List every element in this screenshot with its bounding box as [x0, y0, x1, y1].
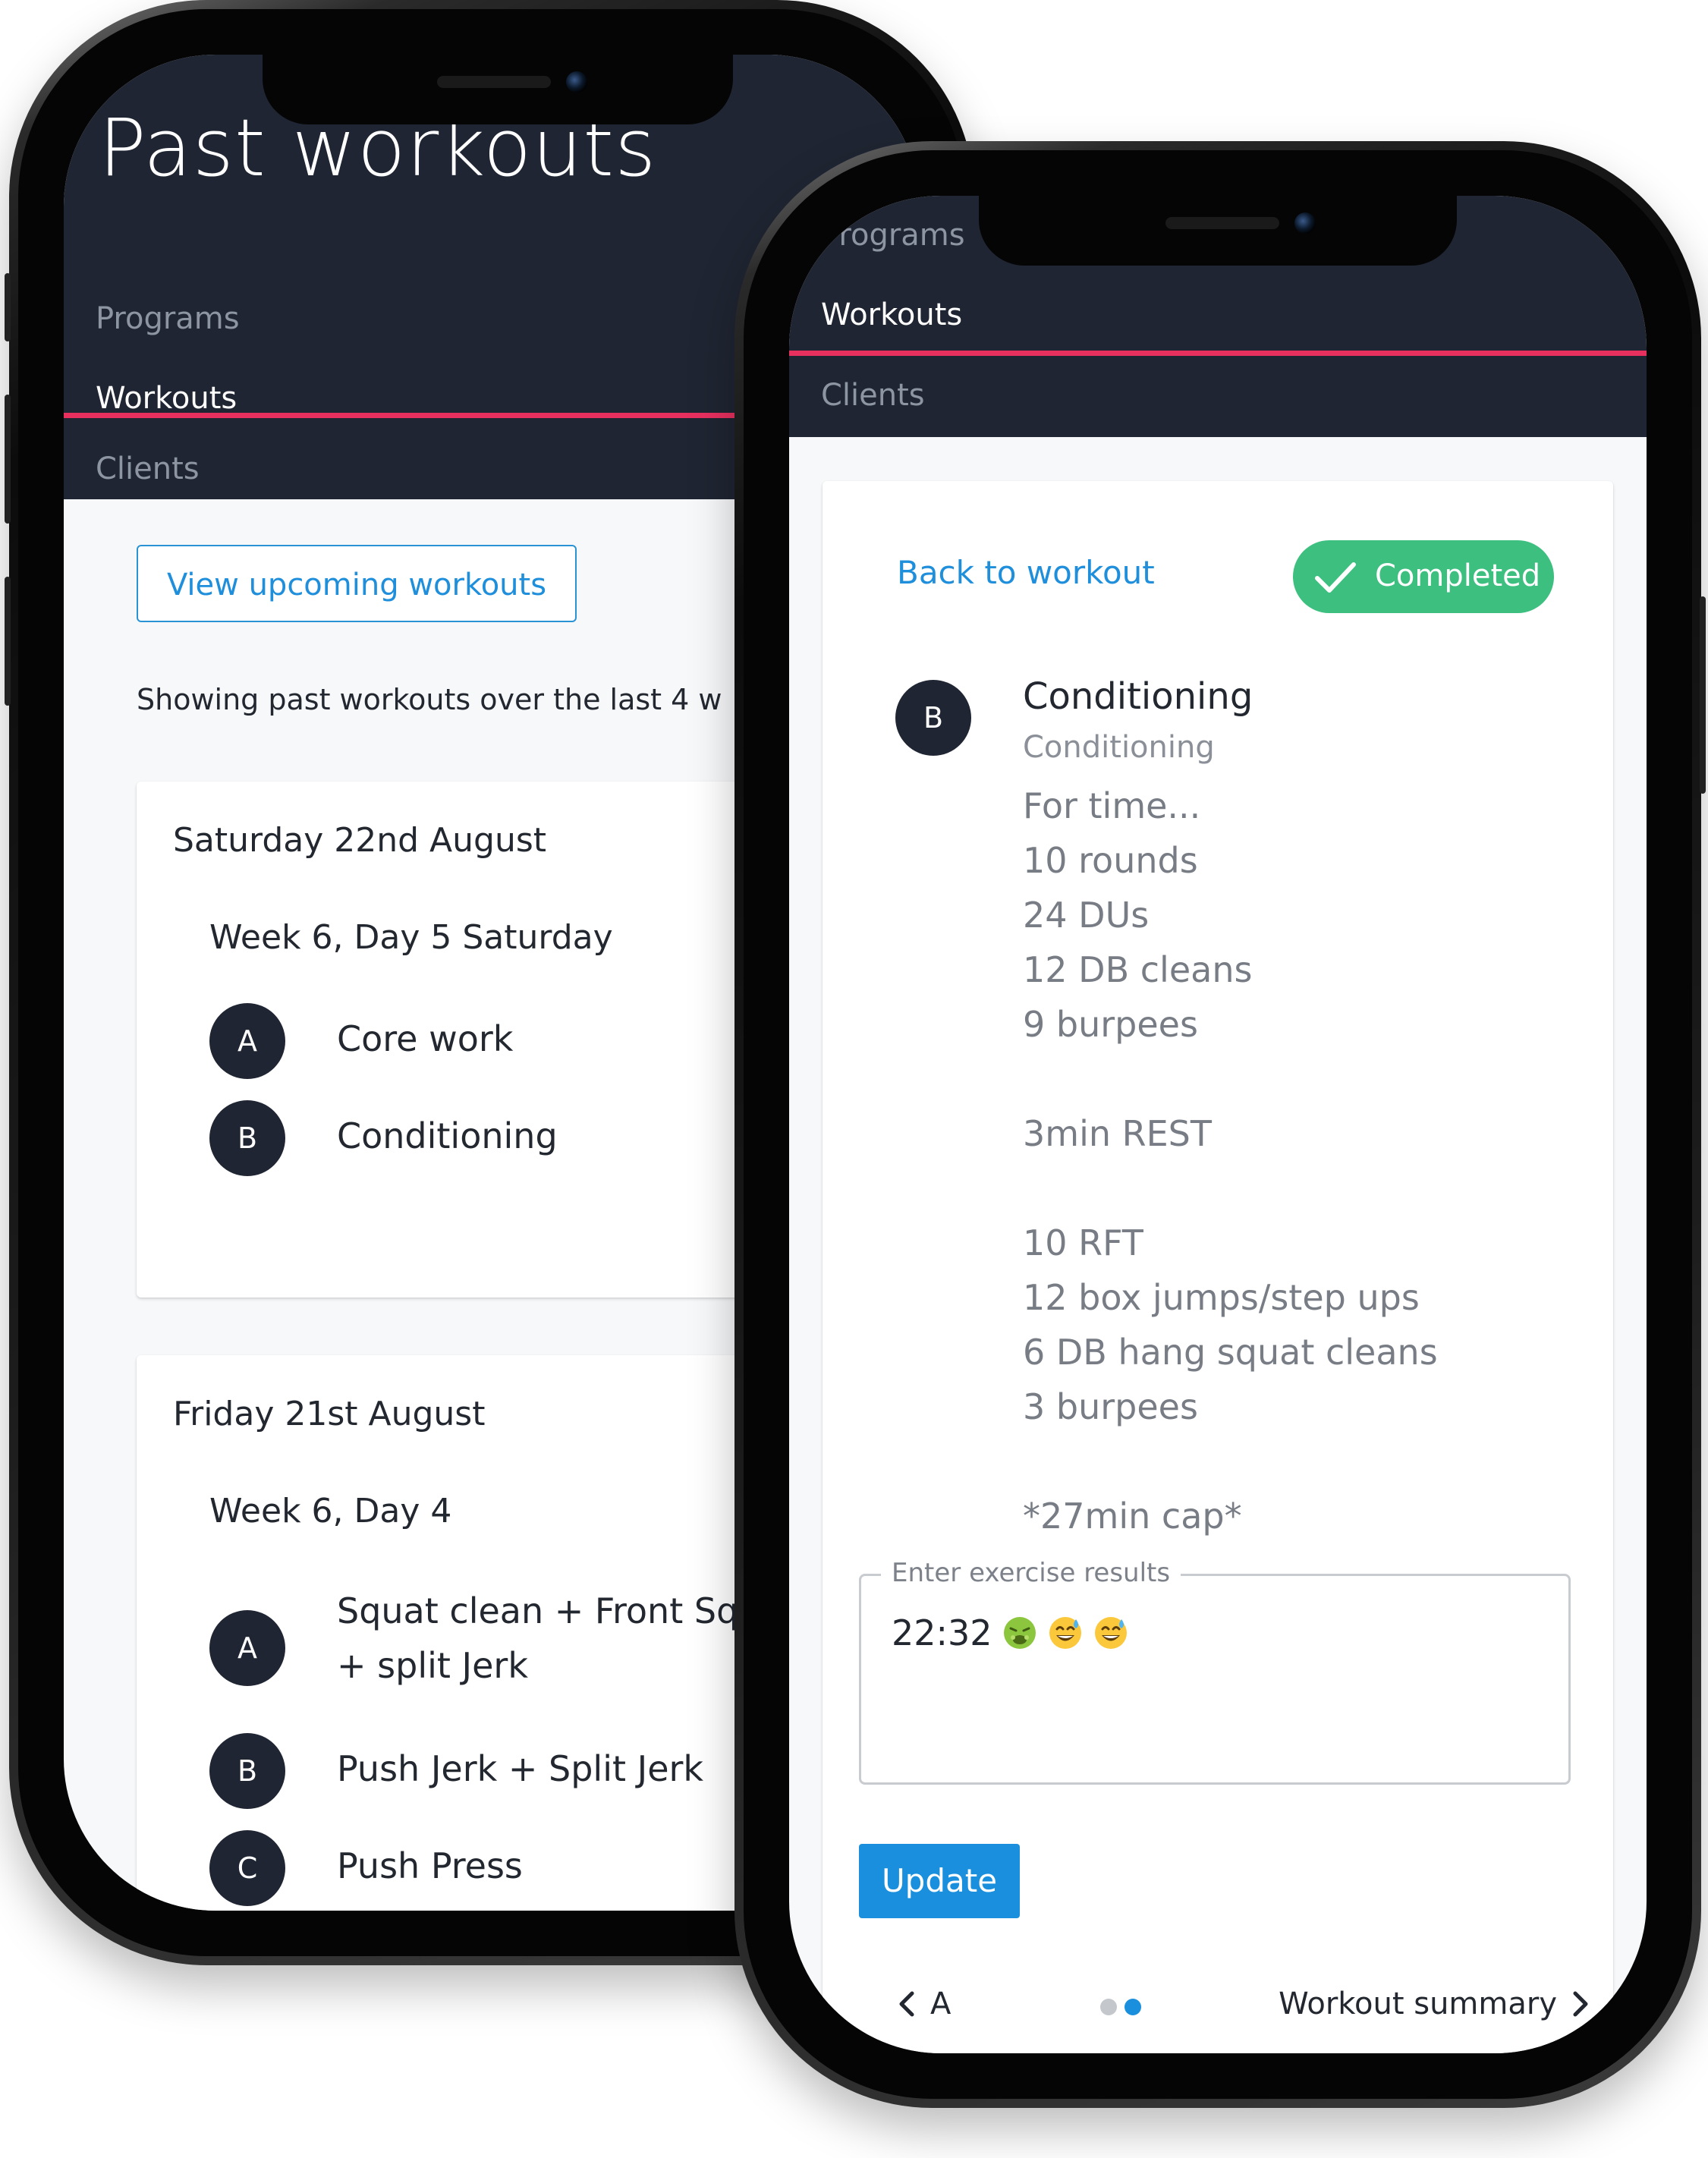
chevron-right-icon: [1573, 1991, 1588, 2017]
exercise-badge: B: [209, 1100, 285, 1176]
description-line: [1023, 1052, 1438, 1106]
exercise-name[interactable]: Push Jerk + Split Jerk: [337, 1748, 703, 1789]
card-date: Saturday 22nd August: [173, 821, 547, 860]
grinning-sweat-face-icon: [1049, 1617, 1081, 1649]
nav-clients[interactable]: Clients: [789, 356, 1647, 436]
power-button: [1700, 596, 1706, 794]
description-line: 12 box jumps/step ups: [1023, 1277, 1420, 1318]
pager: A Workout summary: [823, 1976, 1613, 2037]
volume-up-button: [5, 395, 11, 524]
completed-label: Completed: [1375, 558, 1541, 593]
description-line: 24 DUs: [1023, 895, 1150, 936]
volume-down-button: [5, 577, 11, 706]
nav-workouts[interactable]: Workouts: [789, 275, 1647, 355]
nav-active-indicator: [789, 351, 1647, 356]
update-button[interactable]: Update: [859, 1844, 1020, 1918]
notch: [979, 196, 1457, 266]
card-session: Week 6, Day 4: [209, 1492, 452, 1530]
phone-frame-right: Programs Workouts Clients Back to workou…: [734, 141, 1706, 2108]
exercise-name-line1[interactable]: Squat clean + Front Squ: [337, 1590, 760, 1631]
description-line: 10 RFT: [1023, 1222, 1143, 1263]
speaker-grille: [1165, 217, 1279, 229]
exercise-description: For time... 10 rounds 24 DUs 12 DB clean…: [1023, 779, 1438, 1543]
camera-icon: [1294, 212, 1316, 234]
prev-label: A: [930, 1987, 952, 2021]
description-line: *27min cap*: [1023, 1496, 1242, 1537]
checkmark-icon: [1315, 562, 1356, 593]
camera-icon: [566, 71, 587, 93]
exercise-name[interactable]: Push Press: [337, 1845, 523, 1886]
next-exercise-link[interactable]: Workout summary: [1279, 1987, 1592, 2021]
speaker-grille: [437, 76, 551, 88]
description-line: 9 burpees: [1023, 1004, 1198, 1045]
exercise-category: Conditioning: [1023, 730, 1215, 765]
completed-badge[interactable]: Completed: [1293, 540, 1554, 613]
results-field-label: Enter exercise results: [881, 1558, 1181, 1588]
card-date: Friday 21st August: [173, 1395, 486, 1433]
exercise-detail-card: Back to workout Completed B Conditioning…: [823, 481, 1613, 2053]
nauseated-face-icon: [1003, 1617, 1036, 1649]
description-line: 3 burpees: [1023, 1386, 1198, 1427]
chevron-left-icon: [899, 1991, 914, 2017]
description-line: [1023, 1434, 1438, 1489]
mute-switch: [5, 273, 11, 341]
exercise-badge: A: [209, 1610, 285, 1686]
results-value-row: 22:32: [892, 1612, 1129, 1653]
description-line: For time...: [1023, 785, 1201, 826]
next-label: Workout summary: [1279, 1987, 1557, 2021]
exercise-badge: B: [895, 680, 971, 756]
exercise-badge: C: [209, 1830, 285, 1906]
card-session: Week 6, Day 5 Saturday: [209, 918, 613, 957]
exercise-badge: B: [209, 1733, 285, 1809]
screen-right: Programs Workouts Clients Back to workou…: [789, 196, 1647, 2053]
exercise-name[interactable]: Core work: [337, 1018, 513, 1059]
view-upcoming-button[interactable]: View upcoming workouts: [137, 545, 577, 622]
exercise-title: Conditioning: [1023, 675, 1253, 718]
description-line: 10 rounds: [1023, 840, 1198, 881]
prev-exercise-link[interactable]: A: [895, 1987, 951, 2021]
pager-dot[interactable]: [1100, 1999, 1117, 2015]
description-line: 3min REST: [1023, 1113, 1212, 1154]
showing-text: Showing past workouts over the last 4 w: [137, 683, 722, 716]
exercise-badge: A: [209, 1003, 285, 1079]
results-value: 22:32: [892, 1612, 992, 1653]
results-field[interactable]: Enter exercise results 22:32: [859, 1558, 1571, 1785]
description-line: 12 DB cleans: [1023, 949, 1253, 990]
exercise-name[interactable]: Conditioning: [337, 1115, 558, 1156]
exercise-name-line2[interactable]: + split Jerk: [337, 1645, 528, 1686]
pager-dot-active[interactable]: [1125, 1999, 1141, 2015]
description-line: 6 DB hang squat cleans: [1023, 1332, 1438, 1373]
back-to-workout-link[interactable]: Back to workout: [897, 554, 1155, 591]
notch: [263, 55, 733, 124]
grinning-sweat-face-icon: [1094, 1617, 1127, 1649]
description-line: [1023, 1161, 1438, 1216]
